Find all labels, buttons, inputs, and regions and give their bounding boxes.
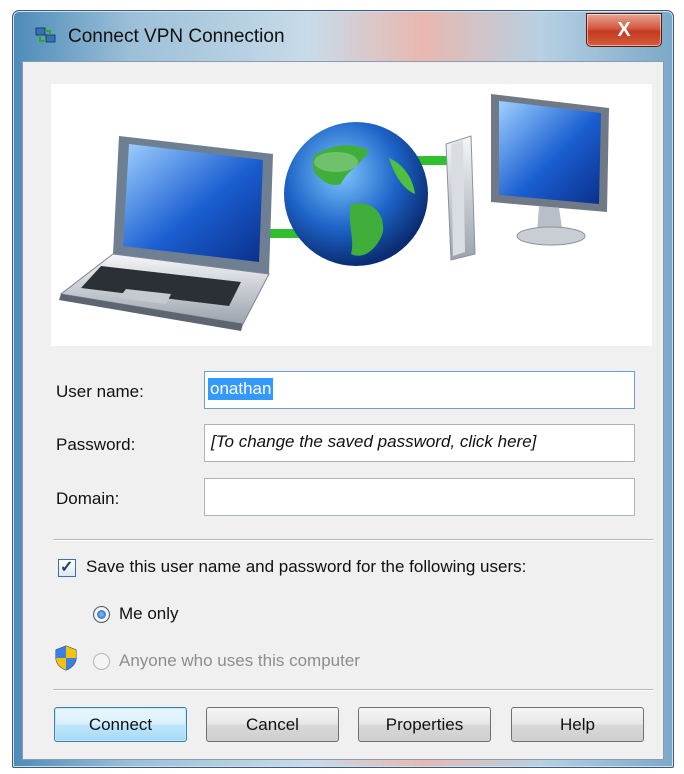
connect-button[interactable]: Connect — [54, 707, 187, 742]
username-label: User name: — [56, 382, 144, 401]
divider — [53, 689, 653, 691]
save-credentials-checkbox[interactable] — [58, 557, 76, 577]
properties-button-label: Properties — [385, 714, 464, 734]
divider — [53, 539, 653, 541]
username-value: onathan — [208, 378, 274, 400]
close-button[interactable]: X — [586, 13, 662, 47]
password-label: Password: — [56, 435, 136, 454]
anyone-label: Anyone who uses this computer — [119, 651, 360, 670]
password-hint: [To change the saved password, click her… — [211, 432, 537, 451]
domain-label: Domain: — [56, 489, 120, 508]
help-button[interactable]: Help — [511, 707, 644, 742]
anyone-radio[interactable] — [93, 653, 110, 670]
dialog-window: Connect VPN Connection X User name: onat… — [12, 10, 674, 768]
password-field[interactable]: [To change the saved password, click her… — [204, 424, 635, 462]
title-bar[interactable]: Connect VPN Connection X — [13, 11, 673, 61]
cancel-button[interactable]: Cancel — [206, 707, 339, 742]
dialog-body: User name: onathan Password: [To change … — [22, 61, 664, 760]
me-only-radio[interactable] — [93, 606, 110, 623]
close-icon: X — [617, 18, 631, 41]
vpn-illustration — [51, 84, 652, 346]
save-credentials-label: Save this user name and password for the… — [86, 557, 527, 576]
me-only-label: Me only — [119, 604, 179, 623]
window-title: Connect VPN Connection — [68, 26, 285, 47]
domain-field[interactable] — [204, 478, 635, 516]
uac-shield-icon — [55, 645, 77, 671]
username-field[interactable]: onathan — [204, 371, 635, 409]
help-button-label: Help — [560, 714, 595, 734]
connect-button-label: Connect — [88, 714, 153, 734]
network-connection-icon — [35, 27, 56, 43]
cancel-button-label: Cancel — [246, 714, 299, 734]
properties-button[interactable]: Properties — [358, 707, 491, 742]
